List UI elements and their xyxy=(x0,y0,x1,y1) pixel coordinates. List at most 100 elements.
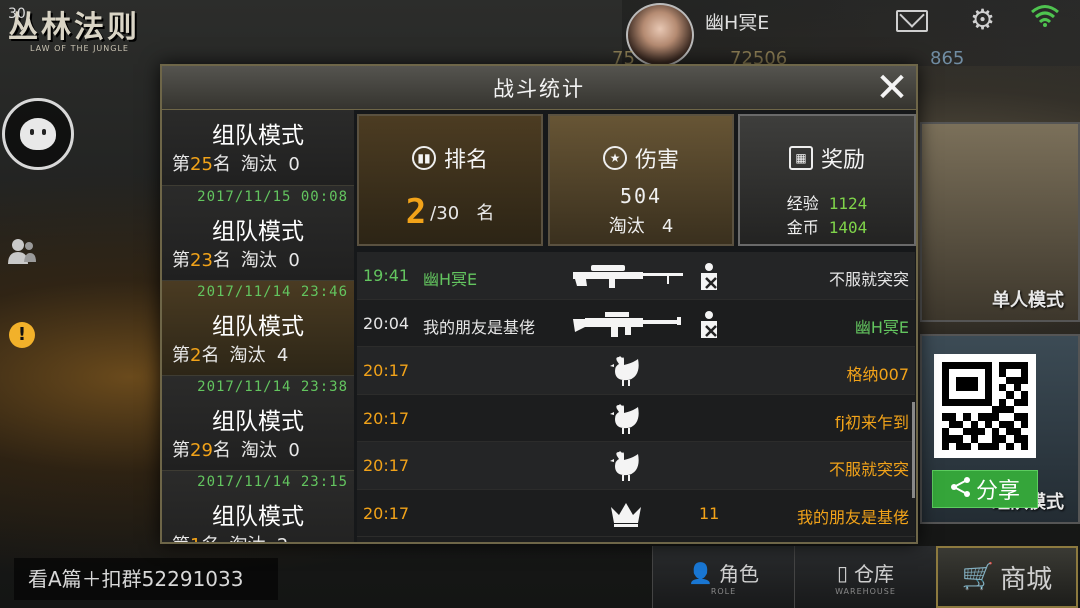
rank-card[interactable]: ▮▮ 排名 2/30 名 xyxy=(357,114,543,246)
event-time: 19:41 xyxy=(363,266,410,285)
logo-subtitle: LAW OF THE JUNGLE xyxy=(30,44,129,53)
chat-button[interactable] xyxy=(2,98,74,170)
match-result: 第29名 淘汰 0 xyxy=(172,436,300,462)
rank-suffix: 名 xyxy=(212,440,231,461)
nav-warehouse-sub: WAREHOUSE xyxy=(835,587,896,596)
battle-stats-dialog: 战斗统计 ✕ 组队模式 第25名 淘汰 0 2017/11/15 00:08 组队模式第… xyxy=(160,64,918,544)
match-item[interactable]: 2017/11/14 23:38 组队模式 第29名 淘汰 0 xyxy=(162,376,354,471)
kill-label: 淘汰 xyxy=(229,345,266,366)
notice-icon[interactable]: ! xyxy=(6,316,38,348)
match-result: 第2名 淘汰 4 xyxy=(172,341,288,367)
rank-number: 2 xyxy=(405,192,427,232)
player-avatar[interactable] xyxy=(626,3,694,67)
rank-suffix: 名 xyxy=(201,345,220,366)
match-item[interactable]: 2017/11/15 00:08 组队模式 第23名 淘汰 0 xyxy=(162,186,354,281)
event-time: 20:17 xyxy=(363,456,410,475)
rank-suffix: 名 xyxy=(212,250,231,271)
share-icon xyxy=(950,476,972,503)
rank-icon: ▮▮ xyxy=(411,146,436,170)
match-date: 2017/11/15 00:08 xyxy=(197,189,348,205)
close-button[interactable]: ✕ xyxy=(872,68,912,108)
rank-value: 2/30 名 xyxy=(359,192,541,232)
fps-counter: 30 xyxy=(8,6,26,22)
dialog-title: 战斗统计 xyxy=(493,76,585,101)
event-row: 20:04 我的朋友是基佬 幽H冥E xyxy=(357,300,915,347)
event-target: fj初来乍到 xyxy=(834,412,909,432)
cart-icon: 🛒 xyxy=(961,562,995,592)
match-rank: 23 xyxy=(190,250,213,271)
kill-count: 0 xyxy=(288,250,300,271)
match-result: 第1名 淘汰 2 xyxy=(172,531,288,542)
mail-icon[interactable] xyxy=(896,10,928,32)
match-item[interactable]: 2017/11/14 23:46 组队模式 第2名 淘汰 4 xyxy=(162,281,354,376)
chicken-icon xyxy=(609,403,643,435)
event-time: 20:17 xyxy=(363,408,410,428)
event-row: 20:17 11 我的朋友是基佬 xyxy=(357,490,915,537)
match-rank: 29 xyxy=(190,440,213,461)
damage-value: 504 xyxy=(619,184,663,208)
qr-code xyxy=(934,354,1036,458)
match-mode: 组队模式 xyxy=(212,219,304,245)
exp-value: 1124 xyxy=(828,194,868,213)
match-item[interactable]: 2017/11/14 23:15 组队模式第1名 淘汰 2 xyxy=(162,471,354,542)
kill-label: 淘汰 xyxy=(240,440,277,461)
warehouse-icon: ▯ xyxy=(836,560,848,585)
damage-kill-label: 淘汰 xyxy=(608,216,645,237)
match-result: 第25名 淘汰 0 xyxy=(172,150,300,176)
assault-rifle-icon xyxy=(571,308,687,338)
damage-card[interactable]: ★ 伤害 504 淘汰 4 xyxy=(548,114,734,246)
event-target: 不服就突突 xyxy=(828,460,909,479)
kill-label: 淘汰 xyxy=(240,250,277,271)
rank-prefix: 第 xyxy=(172,154,190,175)
event-time: 20:17 xyxy=(363,361,410,380)
match-history-list[interactable]: 组队模式 第25名 淘汰 0 2017/11/15 00:08 组队模式 第23名 淘汰 0… xyxy=(162,110,354,542)
event-target: 不服就突突 xyxy=(828,270,909,289)
logo-title: 丛林法则 xyxy=(8,10,140,45)
match-item[interactable]: 组队模式 第25名 淘汰 0 xyxy=(162,110,354,186)
reward-card[interactable]: ▦ 奖励 经验 1124 金币 1404 xyxy=(738,114,916,246)
event-log[interactable]: 19:41 幽H冥E 不服就突突 20:04 我的朋友是基佬 幽H冥E 20:17 格纳007… xyxy=(357,252,915,542)
player-nickname: 幽H冥E xyxy=(705,12,770,34)
medal-icon: ★ xyxy=(602,146,627,170)
solo-mode-label: 单人模式 xyxy=(992,290,1064,311)
kill-count: 0 xyxy=(288,440,300,461)
nav-shop-button[interactable]: 🛒 商城 xyxy=(936,546,1078,608)
share-label: 分享 xyxy=(975,479,1020,504)
nav-warehouse-label: 仓库 xyxy=(854,562,894,586)
event-actor: 幽H冥E xyxy=(423,270,478,289)
rank-prefix: 第 xyxy=(172,440,190,461)
share-button[interactable]: 分享 xyxy=(932,470,1038,508)
knockdown-icon xyxy=(697,310,723,340)
event-actor: 我的朋友是基佬 xyxy=(423,317,536,337)
dialog-header: 战斗统计 ✕ xyxy=(162,66,916,110)
damage-kill-count: 4 xyxy=(661,216,674,237)
event-row: 20:17 fj初来乍到 xyxy=(357,395,915,442)
nav-role-label: 角色 xyxy=(718,562,759,586)
kill-count: 4 xyxy=(276,345,289,366)
match-date: 2017/11/14 23:38 xyxy=(197,379,348,395)
gold-label: 金币 xyxy=(786,218,819,237)
event-time: 20:17 xyxy=(363,503,410,523)
nav-role-button[interactable]: 👤 角色 ROLE xyxy=(652,546,794,608)
nav-warehouse-button[interactable]: ▯ 仓库 WAREHOUSE xyxy=(794,546,936,608)
rank-label: 排名 xyxy=(443,148,488,173)
rank-suffix: 名 xyxy=(212,154,231,175)
match-mode: 组队模式 xyxy=(212,409,304,435)
event-log-scrollbar[interactable] xyxy=(912,402,915,498)
rank-prefix: 第 xyxy=(172,250,190,271)
match-result: 第23名 淘汰 0 xyxy=(172,246,300,272)
wifi-icon xyxy=(1030,4,1060,34)
event-target: 格纳007 xyxy=(846,365,909,384)
match-date: 2017/11/14 23:46 xyxy=(197,284,348,300)
gear-icon[interactable]: ⚙ xyxy=(970,6,995,34)
kill-count: 2 xyxy=(277,535,288,542)
solo-mode-card[interactable]: 单人模式 xyxy=(920,122,1080,322)
rank-prefix: 第 xyxy=(172,535,190,542)
friends-icon[interactable] xyxy=(6,236,38,268)
match-mode: 组队模式 xyxy=(212,504,304,530)
crown-icon xyxy=(609,498,643,530)
knockdown-icon xyxy=(697,262,723,292)
bottom-nav: 👤 角色 ROLE ▯ 仓库 WAREHOUSE 🛒 商城 xyxy=(652,546,1078,608)
promo-text: 看A篇＋扣群52291033 xyxy=(14,558,278,600)
match-mode: 组队模式 xyxy=(212,123,304,149)
